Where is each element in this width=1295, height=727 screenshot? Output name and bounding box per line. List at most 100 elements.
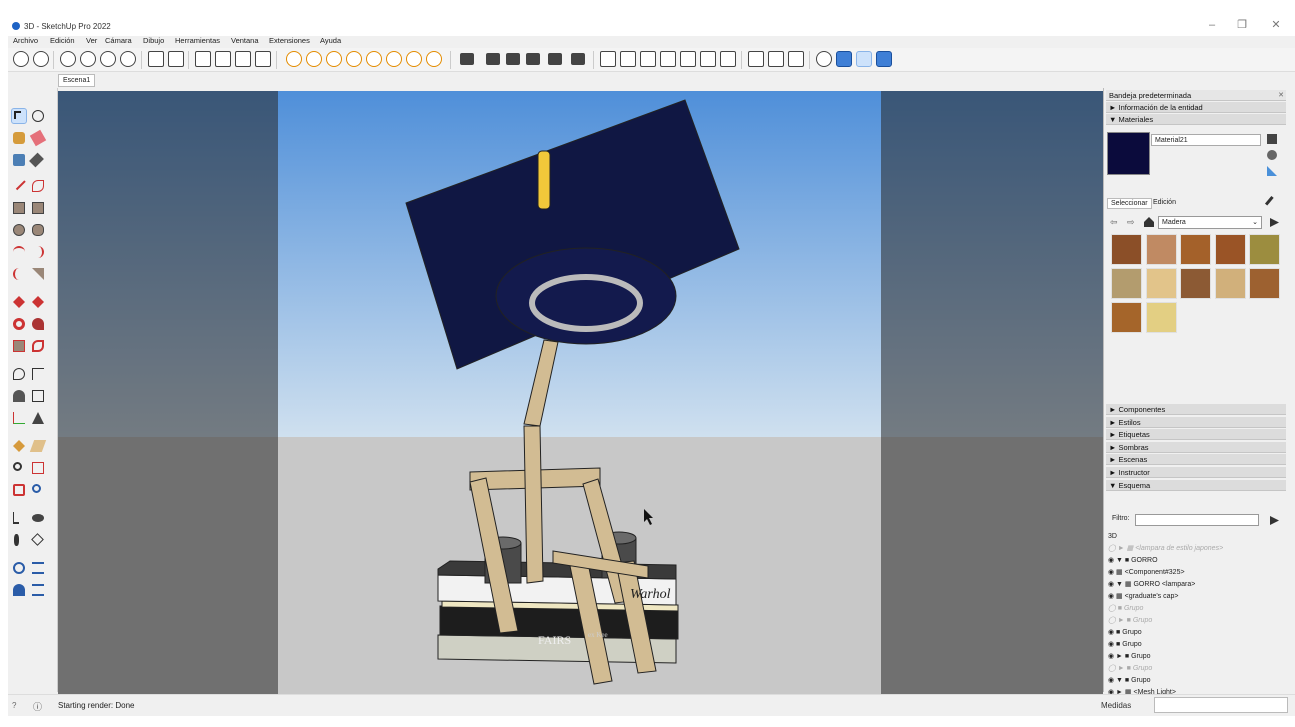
tray-section-header[interactable]: ► Instructor <box>1106 467 1286 478</box>
tray-section-header[interactable]: ▼ Esquema <box>1106 479 1286 491</box>
rotate-tool-icon[interactable] <box>11 316 27 332</box>
zoom-window-icon[interactable] <box>30 460 46 476</box>
position-camera-icon[interactable] <box>816 51 832 67</box>
select-tool-icon[interactable] <box>11 108 27 124</box>
solid-split-icon[interactable] <box>700 51 716 67</box>
render-measure-icon[interactable] <box>346 51 362 67</box>
outliner-row[interactable]: ◉ ▦ <graduate's cap> <box>1108 591 1288 603</box>
outliner-row[interactable]: ◯ ► ■ Grupo <box>1108 663 1288 675</box>
material-swatch[interactable] <box>1180 268 1211 299</box>
view-top-icon[interactable] <box>80 51 96 67</box>
axes-tool-icon[interactable] <box>11 410 27 426</box>
info-icon[interactable]: ⓘ <box>33 700 42 713</box>
forward-arrow-icon[interactable]: ⇨ <box>1127 217 1135 228</box>
outliner-row[interactable]: 3D <box>1108 531 1288 543</box>
orbit-view-icon[interactable] <box>33 51 49 67</box>
render-material-icon[interactable] <box>406 51 422 67</box>
material-swatch[interactable] <box>1145 268 1177 299</box>
section-display-icon[interactable] <box>168 51 184 67</box>
tray-section-header[interactable]: ► Componentes <box>1106 404 1286 415</box>
style-xray-icon[interactable] <box>195 51 211 67</box>
paint-bucket-icon[interactable] <box>11 130 27 146</box>
render-settings-icon[interactable] <box>286 51 302 67</box>
warehouse-share-icon[interactable] <box>768 51 784 67</box>
text-tool-icon[interactable] <box>30 388 46 404</box>
material-swatch[interactable] <box>1111 302 1142 333</box>
protractor-icon[interactable] <box>11 388 27 404</box>
style-wireframe-icon[interactable] <box>215 51 231 67</box>
menu-edicion[interactable]: Edición <box>50 36 75 45</box>
material-swatch[interactable] <box>1214 268 1246 299</box>
orbit-tool-icon[interactable] <box>30 108 46 124</box>
material-library-select[interactable]: Madera ⌄ <box>1158 216 1262 229</box>
solid-intersect-icon[interactable] <box>680 51 696 67</box>
sample-paint-icon[interactable] <box>1267 150 1277 160</box>
eraser-icon[interactable] <box>29 129 47 147</box>
help-icon[interactable]: ? <box>12 701 16 710</box>
stamp-tool-icon[interactable] <box>30 582 46 598</box>
model-viewport[interactable]: Warhol FAIRS ex Kee <box>58 91 1103 694</box>
follow-me-icon[interactable] <box>30 316 46 332</box>
extension-warehouse-icon[interactable] <box>788 51 804 67</box>
arc-tool-icon[interactable] <box>11 244 27 260</box>
sandbox-from-contours-icon[interactable] <box>11 560 27 576</box>
style-hidden-line-icon[interactable] <box>235 51 251 67</box>
render-options-icon[interactable] <box>426 51 442 67</box>
material-swatch[interactable] <box>1145 302 1177 333</box>
material-swatch[interactable] <box>1111 268 1142 299</box>
view-iso-icon[interactable] <box>60 51 76 67</box>
previous-view-icon[interactable] <box>30 482 46 498</box>
material-swatch[interactable] <box>1249 268 1280 299</box>
current-material-swatch[interactable] <box>1107 132 1150 175</box>
material-swatch[interactable] <box>1180 234 1211 265</box>
materials-header[interactable]: ▼ Materiales <box>1106 114 1286 125</box>
smoove-tool-icon[interactable] <box>11 582 27 598</box>
menu-ver[interactable]: Ver <box>86 36 97 45</box>
outliner-row[interactable]: ◯ ► ▦ <lampara de estilo japones> <box>1108 543 1288 555</box>
circle-tool-icon[interactable] <box>11 222 27 238</box>
menu-dibujo[interactable]: Dibujo <box>143 36 164 45</box>
tray-section-header[interactable]: ► Escenas <box>1106 454 1286 466</box>
zoom-tool-icon[interactable] <box>11 460 27 476</box>
move-tool-icon[interactable] <box>11 294 27 310</box>
scene-tab-escena1[interactable]: Escena1 <box>58 74 96 87</box>
outliner-row[interactable]: ◉ ■ Grupo <box>1108 639 1288 651</box>
view-front-icon[interactable] <box>100 51 116 67</box>
material-swatch[interactable] <box>1145 234 1177 265</box>
section-plane-tool-icon[interactable] <box>11 438 27 454</box>
polygon-tool-icon[interactable] <box>30 222 46 238</box>
solid-union-icon[interactable] <box>620 51 636 67</box>
default-material-icon[interactable] <box>1267 166 1277 176</box>
dimension-tool-icon[interactable] <box>30 366 46 382</box>
restore-button[interactable]: ❐ <box>1230 18 1254 32</box>
material-swatch[interactable] <box>1111 234 1142 265</box>
offset-tool-icon[interactable] <box>30 338 46 354</box>
pie-tool-icon[interactable] <box>30 266 46 282</box>
look-around-icon[interactable] <box>30 510 46 526</box>
solid-trim-icon[interactable] <box>660 51 676 67</box>
material-swatch[interactable] <box>1249 234 1280 265</box>
style-shaded-icon[interactable] <box>255 51 271 67</box>
view-right-icon[interactable] <box>120 51 136 67</box>
render-light-icon[interactable] <box>366 51 382 67</box>
tray-section-header[interactable]: ► Estilos <box>1106 416 1286 428</box>
tab-edit[interactable]: Edición <box>1150 198 1179 207</box>
outliner-row[interactable]: ◉ ▼ ■ Grupo <box>1108 675 1288 687</box>
render-sun-icon[interactable] <box>386 51 402 67</box>
view-tool-3-icon[interactable] <box>876 51 892 67</box>
position-camera-tool-icon[interactable] <box>11 510 27 526</box>
view-tool-1-icon[interactable] <box>836 51 852 67</box>
component-view-3-icon[interactable] <box>526 53 540 65</box>
pan-tool-icon[interactable] <box>30 532 46 548</box>
make-component-icon[interactable] <box>11 152 27 168</box>
component-view-2-icon[interactable] <box>506 53 520 65</box>
rotated-rectangle-icon[interactable] <box>30 200 46 216</box>
component-icon[interactable] <box>460 53 474 65</box>
warehouse-icon[interactable] <box>748 51 764 67</box>
solid-outer-shell-icon[interactable] <box>720 51 736 67</box>
outliner-row[interactable]: ◉ ► ■ Grupo <box>1108 651 1288 663</box>
three-point-arc-icon[interactable] <box>11 266 27 282</box>
entity-info-header[interactable]: ► Información de la entidad <box>1106 102 1286 113</box>
component-view-1-icon[interactable] <box>486 53 500 65</box>
home-icon[interactable] <box>1144 217 1154 227</box>
